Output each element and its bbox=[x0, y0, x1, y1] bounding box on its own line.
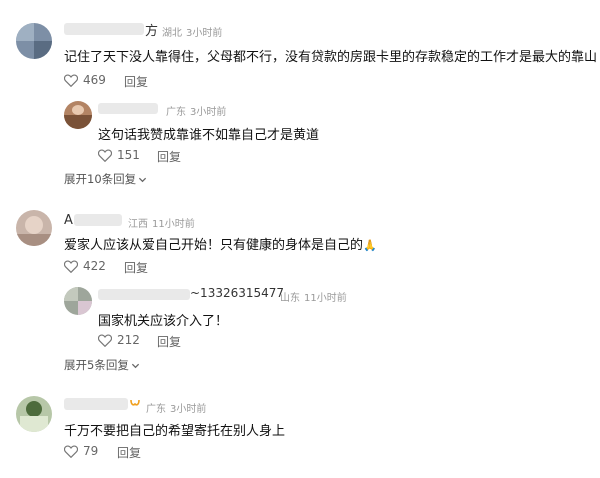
avatar[interactable] bbox=[16, 210, 52, 246]
chevron-down-icon bbox=[131, 363, 139, 368]
reply-button[interactable]: 回复 bbox=[124, 73, 148, 90]
heart-icon bbox=[64, 445, 78, 458]
reply-button[interactable]: 回复 bbox=[157, 333, 181, 350]
heart-icon bbox=[64, 74, 78, 87]
username[interactable]: ~13326315477 bbox=[190, 286, 284, 300]
avatar[interactable] bbox=[16, 23, 52, 59]
chevron-down-icon bbox=[139, 177, 147, 182]
timestamp: 3小时前 bbox=[170, 404, 207, 415]
comment-text: 千万不要把自己的希望寄托在别人身上 bbox=[64, 424, 286, 439]
region: 广东 bbox=[146, 404, 166, 415]
region: 江西 bbox=[128, 219, 148, 230]
like-count: 469 bbox=[83, 73, 106, 87]
timestamp: 3小时前 bbox=[186, 28, 223, 39]
heart-icon bbox=[98, 149, 112, 162]
expand-replies-button[interactable]: 展开5条回复 bbox=[64, 357, 140, 373]
like-button[interactable]: 151 bbox=[98, 148, 140, 162]
reply-button[interactable]: 回复 bbox=[117, 444, 141, 461]
like-count: 422 bbox=[83, 259, 106, 273]
emoji: 🙏 bbox=[363, 239, 377, 252]
username-blurred[interactable] bbox=[98, 289, 190, 300]
expand-replies-label: 展开10条回复 bbox=[64, 172, 137, 186]
like-button[interactable]: 422 bbox=[64, 259, 106, 273]
comment-text-body: 爱家人应该从爱自己开始！只有健康的身体是自己的 bbox=[64, 238, 364, 253]
username-blurred[interactable] bbox=[74, 214, 122, 226]
region: 湖北 bbox=[162, 28, 182, 39]
expand-replies-button[interactable]: 展开10条回复 bbox=[64, 171, 147, 187]
expand-replies-label: 展开5条回复 bbox=[64, 358, 129, 372]
heart-icon bbox=[98, 334, 112, 347]
like-count: 151 bbox=[117, 148, 140, 162]
username-blurred[interactable] bbox=[98, 103, 158, 114]
username-blurred[interactable] bbox=[64, 398, 128, 410]
like-count: 212 bbox=[117, 333, 140, 347]
heart-icon bbox=[64, 260, 78, 273]
reply-button[interactable]: 回复 bbox=[157, 148, 181, 165]
like-button[interactable]: 212 bbox=[98, 333, 140, 347]
reply-text: 国家机关应该介入了！ bbox=[98, 314, 229, 329]
timestamp: 3小时前 bbox=[190, 107, 227, 118]
badge-icon bbox=[130, 399, 140, 406]
timestamp: 11小时前 bbox=[304, 293, 347, 304]
username-blurred[interactable] bbox=[64, 23, 144, 35]
comment-text: 记住了天下没人靠得住，父母都不行，没有贷款的房跟卡里的存款稳定的工作才是最大的靠… bbox=[64, 50, 598, 65]
avatar[interactable] bbox=[64, 101, 92, 129]
avatar[interactable] bbox=[16, 396, 52, 432]
comment-text: 爱家人应该从爱自己开始！只有健康的身体是自己的🙏 bbox=[64, 234, 377, 253]
like-button[interactable]: 469 bbox=[64, 73, 106, 87]
reply-button[interactable]: 回复 bbox=[124, 259, 148, 276]
region: 广东 bbox=[166, 107, 186, 118]
username[interactable]: 方 bbox=[145, 20, 158, 39]
reply-text: 这句话我赞成靠谁不如靠自己才是黄道 bbox=[98, 128, 320, 143]
username[interactable]: A bbox=[64, 213, 73, 228]
timestamp: 11小时前 bbox=[152, 219, 195, 230]
like-button[interactable]: 79 bbox=[64, 444, 98, 458]
avatar[interactable] bbox=[64, 287, 92, 315]
like-count: 79 bbox=[83, 444, 99, 458]
region: 山东 bbox=[280, 293, 300, 304]
